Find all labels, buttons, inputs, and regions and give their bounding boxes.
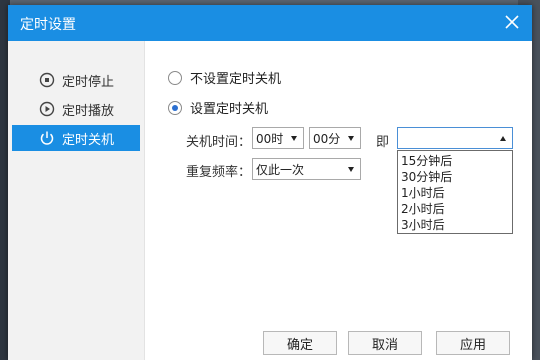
minute-value: 00分	[313, 131, 341, 146]
cancel-button[interactable]: 取消	[348, 331, 422, 355]
chevron-down-icon	[348, 135, 354, 141]
connector-label: 即	[376, 135, 390, 150]
apply-button[interactable]: 应用	[436, 331, 510, 355]
hour-select[interactable]: 00时	[252, 127, 304, 149]
set-shutdown-option[interactable]: 设置定时关机	[168, 98, 268, 117]
minute-select[interactable]: 00分	[309, 127, 361, 149]
sidebar-item-timed-stop[interactable]: 定时停止	[12, 67, 140, 93]
sidebar-item-label: 定时停止	[62, 74, 115, 90]
chevron-down-icon	[348, 166, 354, 172]
clock-stop-icon	[39, 72, 55, 88]
dialog-title: 定时设置	[20, 17, 76, 33]
ok-button[interactable]: 确定	[263, 331, 337, 355]
no-shutdown-radio[interactable]	[168, 70, 182, 85]
sidebar-item-label: 定时关机	[62, 132, 115, 148]
power-icon	[40, 131, 54, 145]
hour-value: 00时	[256, 131, 284, 146]
sidebar-item-timed-play[interactable]: 定时播放	[12, 96, 140, 122]
timer-settings-dialog: 定时设置 定时停止 定时播放 定时关机 不设置定时关机 设置定时关机 关机时间：…	[8, 5, 532, 360]
dropdown-option[interactable]: 3小时后	[401, 216, 445, 233]
dropdown-option[interactable]: 1小时后	[401, 184, 445, 201]
dropdown-option[interactable]: 30分钟后	[401, 168, 452, 185]
sidebar: 定时停止 定时播放 定时关机	[8, 41, 145, 360]
title-bar: 定时设置	[8, 5, 532, 41]
shutdown-time-label: 关机时间：	[186, 135, 252, 150]
repeat-select[interactable]: 仅此一次	[252, 158, 361, 180]
clock-play-icon	[39, 101, 55, 117]
no-shutdown-option[interactable]: 不设置定时关机	[168, 68, 281, 87]
repeat-label: 重复频率：	[186, 165, 252, 180]
close-icon[interactable]	[502, 12, 522, 32]
quick-time-select[interactable]	[397, 127, 513, 149]
sidebar-item-label: 定时播放	[62, 103, 115, 119]
set-shutdown-label: 设置定时关机	[190, 102, 269, 117]
dropdown-option[interactable]: 2小时后	[401, 200, 445, 217]
dropdown-option[interactable]: 15分钟后	[401, 152, 452, 169]
no-shutdown-label: 不设置定时关机	[190, 72, 282, 87]
repeat-value: 仅此一次	[256, 162, 305, 177]
chevron-up-icon	[500, 135, 506, 141]
sidebar-item-timed-shutdown[interactable]: 定时关机	[12, 125, 140, 151]
chevron-down-icon	[291, 135, 297, 141]
set-shutdown-radio[interactable]	[168, 100, 182, 115]
quick-time-dropdown: 15分钟后 30分钟后 1小时后 2小时后 3小时后	[397, 150, 513, 234]
